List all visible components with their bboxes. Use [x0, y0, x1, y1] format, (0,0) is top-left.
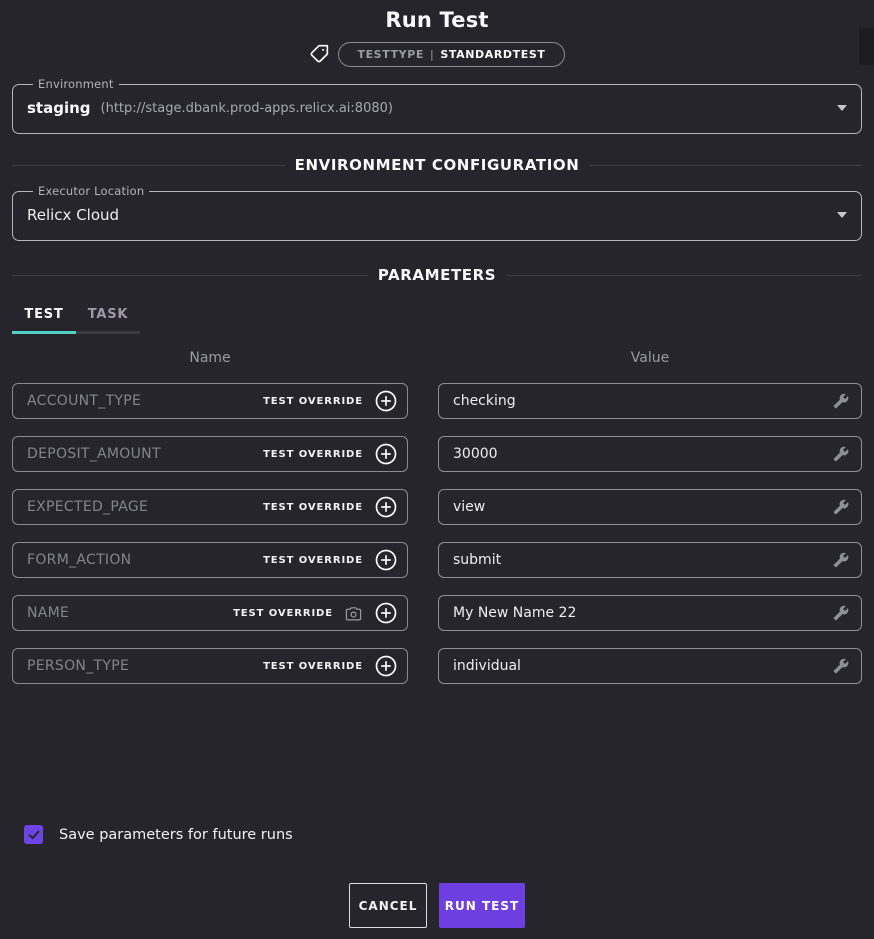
param-value: checking — [453, 393, 833, 409]
param-name-input-person-type[interactable]: PERSON_TYPE TEST OVERRIDE — [12, 648, 408, 684]
executor-location-inner: Relicx Cloud — [27, 202, 847, 228]
table-row: ACCOUNT_TYPE TEST OVERRIDE checking — [12, 383, 862, 419]
table-row: DEPOSIT_AMOUNT TEST OVERRIDE 30000 — [12, 436, 862, 472]
test-override-label: TEST OVERRIDE — [263, 555, 363, 566]
param-value: view — [453, 499, 833, 515]
table-row: NAME TEST OVERRIDE My New Name 22 — [12, 595, 862, 631]
environment-legend: Environment — [33, 77, 119, 91]
divider-line — [506, 275, 862, 276]
tab-test[interactable]: TEST — [12, 307, 76, 334]
executor-location-select[interactable]: Executor Location Relicx Cloud — [12, 184, 862, 241]
test-override-label: TEST OVERRIDE — [263, 661, 363, 672]
environment-configuration-divider: ENVIRONMENT CONFIGURATION — [12, 156, 862, 174]
param-name-input-account-type[interactable]: ACCOUNT_TYPE TEST OVERRIDE — [12, 383, 408, 419]
wrench-icon[interactable] — [833, 499, 849, 515]
test-type-badge: TESTTYPE | STANDARDTEST — [338, 42, 564, 67]
add-override-button[interactable] — [375, 496, 397, 518]
executor-location-value: Relicx Cloud — [27, 206, 119, 224]
badge-key: TESTTYPE — [357, 48, 424, 61]
param-name-input-form-action[interactable]: FORM_ACTION TEST OVERRIDE — [12, 542, 408, 578]
param-value: submit — [453, 552, 833, 568]
environment-value: staging — [27, 99, 91, 117]
environment-configuration-title: ENVIRONMENT CONFIGURATION — [295, 156, 580, 174]
divider-line — [12, 165, 285, 166]
table-row: PERSON_TYPE TEST OVERRIDE individual — [12, 648, 862, 684]
param-value-input-person-type[interactable]: individual — [438, 648, 862, 684]
divider-line — [589, 165, 862, 166]
table-row: FORM_ACTION TEST OVERRIDE submit — [12, 542, 862, 578]
test-override-label: TEST OVERRIDE — [263, 449, 363, 460]
page-title: Run Test — [12, 8, 862, 32]
param-name-input-deposit-amount[interactable]: DEPOSIT_AMOUNT TEST OVERRIDE — [12, 436, 408, 472]
value-column-header: Value — [438, 350, 862, 366]
dialog-header: Run Test TESTTYPE | STANDARDTEST — [12, 0, 862, 67]
param-name-placeholder: EXPECTED_PAGE — [27, 499, 263, 515]
param-name-placeholder: DEPOSIT_AMOUNT — [27, 446, 263, 462]
param-value-input-name[interactable]: My New Name 22 — [438, 595, 862, 631]
environment-url: (http://stage.dbank.prod-apps.relicx.ai:… — [101, 101, 393, 116]
wrench-icon[interactable] — [833, 658, 849, 674]
param-value: 30000 — [453, 446, 833, 462]
wrench-icon[interactable] — [833, 393, 849, 409]
parameter-tabs: TEST TASK — [12, 307, 140, 334]
parameters-divider: PARAMETERS — [12, 266, 862, 284]
test-override-label: TEST OVERRIDE — [263, 502, 363, 513]
add-override-button[interactable] — [375, 390, 397, 412]
table-row: EXPECTED_PAGE TEST OVERRIDE view — [12, 489, 862, 525]
param-name-placeholder: ACCOUNT_TYPE — [27, 393, 263, 409]
param-value-input-form-action[interactable]: submit — [438, 542, 862, 578]
wrench-icon[interactable] — [833, 446, 849, 462]
parameters-title: PARAMETERS — [378, 266, 496, 284]
cancel-button[interactable]: CANCEL — [349, 883, 427, 928]
param-value-input-account-type[interactable]: checking — [438, 383, 862, 419]
param-value-input-deposit-amount[interactable]: 30000 — [438, 436, 862, 472]
param-value: individual — [453, 658, 833, 674]
dialog-actions: CANCEL RUN TEST — [0, 883, 874, 928]
param-name-input-expected-page[interactable]: EXPECTED_PAGE TEST OVERRIDE — [12, 489, 408, 525]
chevron-down-icon — [837, 105, 847, 111]
name-column-header: Name — [12, 350, 408, 366]
param-value: My New Name 22 — [453, 605, 833, 621]
add-override-button[interactable] — [375, 655, 397, 677]
scrollbar-thumb[interactable] — [859, 28, 874, 65]
run-test-dialog: Run Test TESTTYPE | STANDARDTEST Environ… — [0, 0, 874, 939]
camera-icon[interactable] — [345, 605, 362, 622]
badge-separator: | — [430, 48, 434, 61]
add-override-button[interactable] — [375, 443, 397, 465]
executor-location-legend: Executor Location — [33, 184, 149, 198]
parameter-rows: ACCOUNT_TYPE TEST OVERRIDE checking — [12, 383, 862, 684]
badge-value: STANDARDTEST — [440, 48, 545, 61]
tab-task[interactable]: TASK — [76, 307, 140, 334]
save-parameters-checkbox[interactable] — [24, 825, 43, 844]
param-name-input-name[interactable]: NAME TEST OVERRIDE — [12, 595, 408, 631]
test-override-label: TEST OVERRIDE — [233, 608, 333, 619]
save-parameters-row: Save parameters for future runs — [24, 825, 293, 844]
tag-icon — [309, 44, 329, 64]
add-override-button[interactable] — [375, 602, 397, 624]
add-override-button[interactable] — [375, 549, 397, 571]
chevron-down-icon — [837, 212, 847, 218]
divider-line — [12, 275, 368, 276]
test-type-row: TESTTYPE | STANDARDTEST — [12, 41, 862, 67]
table-headers: Name Value — [12, 350, 862, 366]
environment-select-inner: staging (http://stage.dbank.prod-apps.re… — [27, 95, 847, 121]
run-test-button[interactable]: RUN TEST — [439, 883, 525, 928]
wrench-icon[interactable] — [833, 552, 849, 568]
param-name-placeholder: PERSON_TYPE — [27, 658, 263, 674]
param-name-placeholder: FORM_ACTION — [27, 552, 263, 568]
save-parameters-label: Save parameters for future runs — [59, 827, 293, 843]
wrench-icon[interactable] — [833, 605, 849, 621]
test-override-label: TEST OVERRIDE — [263, 396, 363, 407]
param-name-placeholder: NAME — [27, 605, 233, 621]
param-value-input-expected-page[interactable]: view — [438, 489, 862, 525]
environment-select[interactable]: Environment staging (http://stage.dbank.… — [12, 77, 862, 134]
